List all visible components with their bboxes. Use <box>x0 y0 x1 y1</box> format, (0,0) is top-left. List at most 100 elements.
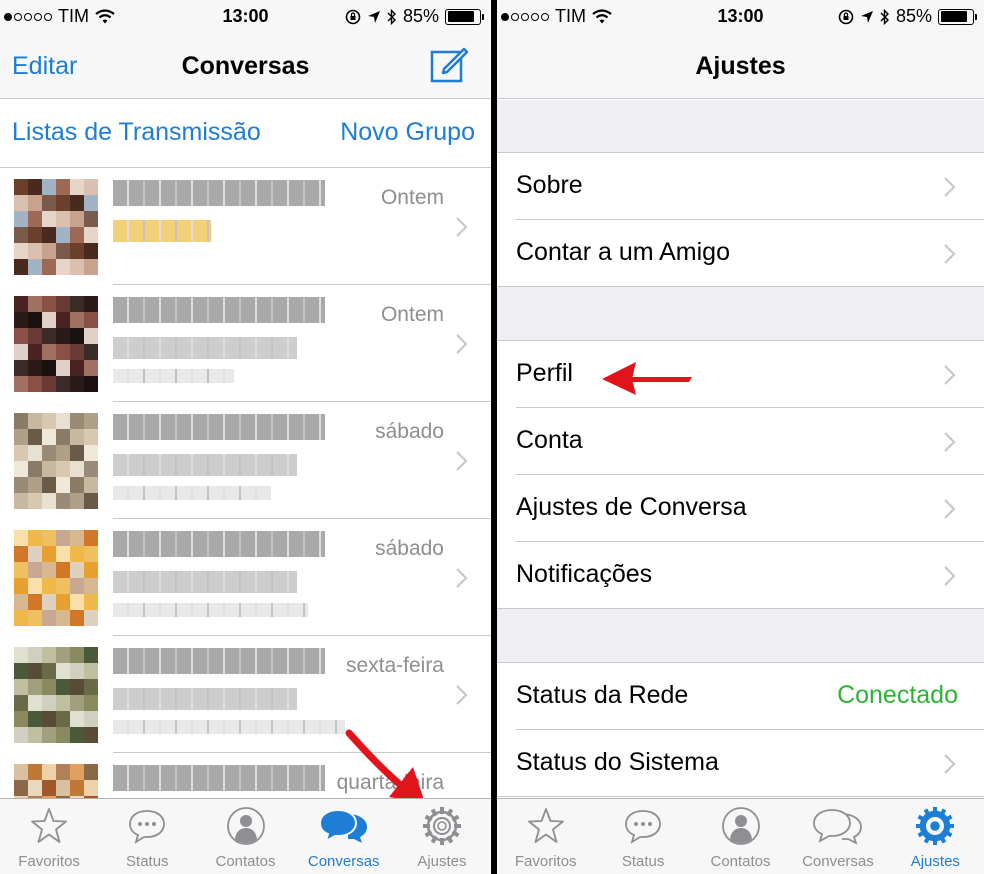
tab-status[interactable]: Status <box>594 799 691 874</box>
tab-bar: Favoritos Status Contatos Conversas Ajustes <box>497 798 984 874</box>
tab-contatos[interactable]: Contatos <box>692 799 789 874</box>
rotation-lock-icon <box>838 9 854 24</box>
tab-status[interactable]: Status <box>98 799 196 874</box>
page-title: Ajustes <box>695 52 786 80</box>
settings-item-perfil[interactable]: Perfil <box>497 341 984 408</box>
tab-label: Ajustes <box>417 853 467 870</box>
settings-item-label: Notificações <box>516 560 653 588</box>
message-preview-blurred <box>113 571 297 593</box>
settings-item-label: Perfil <box>516 359 573 387</box>
chevron-right-icon <box>455 216 469 238</box>
chevron-right-icon <box>943 431 957 453</box>
settings-item-conta[interactable]: Conta <box>497 408 984 475</box>
new-group-link[interactable]: Novo Grupo <box>340 118 475 147</box>
message-preview-blurred <box>113 454 297 476</box>
chat-timestamp: sábado <box>375 537 444 560</box>
tab-label: Conversas <box>307 853 380 870</box>
chevron-right-icon <box>943 753 957 775</box>
tab-label: Status <box>126 853 169 870</box>
chat-row[interactable]: sábado <box>0 519 491 636</box>
settings-item-contar-a-um-amigo[interactable]: Contar a um Amigo <box>497 220 984 287</box>
tab-conversas[interactable]: Conversas <box>295 799 393 874</box>
bluetooth-icon <box>880 8 889 25</box>
tab-favoritos[interactable]: Favoritos <box>497 799 594 874</box>
chat-row[interactable]: Ontem <box>0 285 491 402</box>
chat-timestamp: Ontem <box>380 303 444 326</box>
annotation-arrow <box>602 362 692 395</box>
battery-percent: 85% <box>402 6 439 26</box>
settings-screen: TIM 13:00 85% Ajustes Sobre Contar a um A… <box>497 0 984 874</box>
settings-item-label: Contar a um Amigo <box>516 238 730 266</box>
avatar <box>14 296 98 392</box>
tab-label: Conversas <box>802 853 874 870</box>
bluetooth-icon <box>387 8 396 25</box>
chevron-right-icon <box>455 567 469 589</box>
battery-percent: 85% <box>895 6 932 26</box>
network-status-value: Conectado <box>837 681 958 709</box>
rotation-lock-icon <box>345 9 361 24</box>
contact-name-blurred <box>113 531 325 557</box>
chat-timestamp: Ontem <box>380 186 444 209</box>
contact-name-blurred <box>113 297 325 323</box>
chat-timestamp: sexta-feira <box>345 654 444 677</box>
message-preview-blurred <box>113 688 297 710</box>
status-bar: TIM 13:00 85% <box>497 0 984 34</box>
divider <box>497 796 984 797</box>
tab-label: Favoritos <box>18 853 80 870</box>
tab-label: Contatos <box>710 853 771 870</box>
tab-ajustes[interactable]: Ajustes <box>393 799 491 874</box>
settings-item-notificacoes[interactable]: Notificações <box>497 542 984 609</box>
settings-item-status-da-rede[interactable]: Status da Rede Conectado <box>497 663 984 730</box>
section-spacer <box>497 609 984 663</box>
tab-ajustes[interactable]: Ajustes <box>887 799 984 874</box>
tab-label: Ajustes <box>910 853 960 870</box>
message-preview-blurred <box>113 603 308 617</box>
settings-item-label: Conta <box>516 426 583 454</box>
avatar <box>14 179 98 275</box>
chevron-right-icon <box>943 176 957 198</box>
battery-level <box>940 11 967 22</box>
contact-name-blurred <box>113 180 325 206</box>
location-icon <box>367 10 380 23</box>
message-preview-blurred <box>113 486 271 500</box>
avatar <box>14 413 98 509</box>
chevron-right-icon <box>943 243 957 265</box>
status-bar: TIM 13:00 85% <box>0 0 491 34</box>
avatar <box>14 647 98 743</box>
contact-name-blurred <box>113 648 325 674</box>
broadcast-row: Listas de Transmissão Novo Grupo <box>0 100 491 168</box>
broadcast-lists-link[interactable]: Listas de Transmissão <box>12 118 261 147</box>
chevron-right-icon <box>943 565 957 587</box>
settings-item-label: Sobre <box>516 171 583 199</box>
chat-row[interactable]: sábado <box>0 402 491 519</box>
location-icon <box>860 10 873 23</box>
settings-item-ajustes-de-conversa[interactable]: Ajustes de Conversa <box>497 475 984 542</box>
message-preview-blurred <box>113 720 345 734</box>
battery-level <box>447 11 474 22</box>
settings-item-label: Ajustes de Conversa <box>516 493 747 521</box>
tab-conversas[interactable]: Conversas <box>789 799 886 874</box>
avatar <box>14 530 98 626</box>
annotation-arrow <box>345 729 425 803</box>
tab-contatos[interactable]: Contatos <box>196 799 294 874</box>
tab-label: Status <box>621 853 665 870</box>
tab-label: Favoritos <box>514 853 577 870</box>
compose-icon[interactable] <box>429 44 469 84</box>
chat-timestamp: sábado <box>375 420 444 443</box>
contact-name-blurred <box>113 414 325 440</box>
settings-item-status-do-sistema[interactable]: Status do Sistema <box>497 730 984 797</box>
section-spacer <box>497 100 984 153</box>
settings-item-sobre[interactable]: Sobre <box>497 153 984 220</box>
page-title: Conversas <box>181 52 310 80</box>
tab-bar: Favoritos Status Contatos Conversas Ajustes <box>0 798 491 874</box>
tab-favoritos[interactable]: Favoritos <box>0 799 98 874</box>
message-preview-blurred <box>113 337 297 359</box>
chat-row[interactable]: Ontem <box>0 168 491 285</box>
tab-label: Contatos <box>215 853 276 870</box>
chevron-right-icon <box>455 450 469 472</box>
chevron-right-icon <box>943 364 957 386</box>
navigation-bar: Editar Conversas <box>0 34 491 99</box>
battery-icon <box>938 8 977 25</box>
contact-name-blurred <box>113 765 325 791</box>
navigation-bar: Ajustes <box>497 34 984 99</box>
